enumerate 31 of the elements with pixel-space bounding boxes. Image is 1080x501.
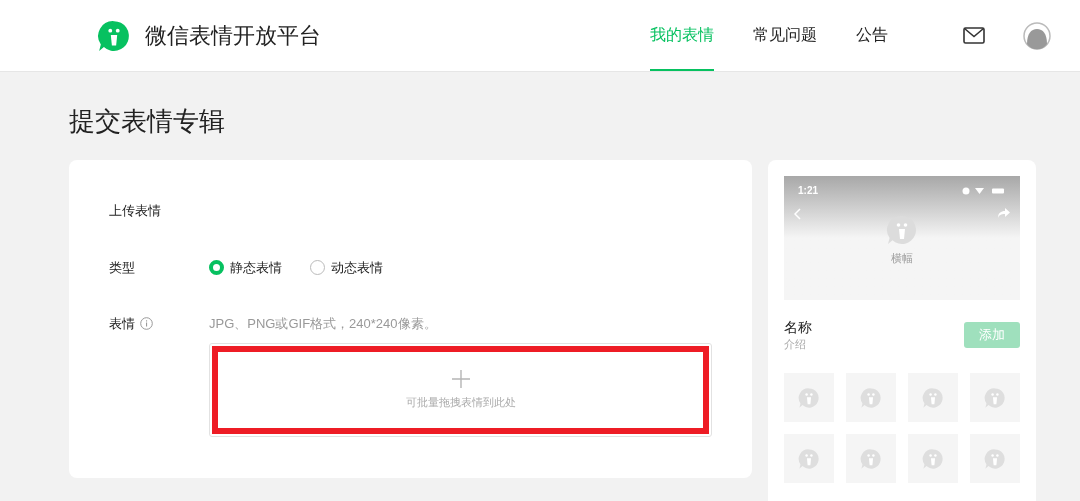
mail-icon[interactable] [963,27,985,44]
sticker-icon [860,447,882,470]
page-title: 提交表情专辑 [69,105,226,137]
sticker-icon [984,447,1006,470]
info-icon[interactable] [140,316,153,330]
logo-icon [97,18,131,53]
album-name: 名称 [784,318,812,336]
back-icon [794,208,802,220]
nav-tab[interactable]: 公告 [856,0,888,71]
nav-tab[interactable]: 常见问题 [753,0,817,71]
sticker-icon [860,386,882,409]
sticker-icon [798,447,820,470]
field-label: 表情 [109,314,135,333]
share-icon [998,208,1010,218]
drop-hint: 可批量拖拽表情到此处 [405,394,516,410]
plus-icon [451,369,470,388]
sticker-icon [798,386,820,409]
field-label: 类型 [109,259,136,277]
section-title: 上传表情 [109,202,162,220]
sticker-icon [922,447,944,470]
avatar-icon[interactable] [1023,21,1051,50]
status-time: 1:21 [798,184,818,198]
site-title: 微信表情开放平台 [145,22,321,50]
radio-option[interactable]: 静态表情 [209,258,282,278]
sticker-icon [922,386,944,409]
status-icons [962,186,1006,195]
banner-label: 横幅 [891,251,913,266]
radio-option[interactable]: 动态表情 [310,258,383,278]
format-hint: JPG、PNG或GIF格式，240*240像素。 [209,314,437,333]
sticker-icon [984,386,1006,409]
album-intro: 介绍 [784,337,807,352]
